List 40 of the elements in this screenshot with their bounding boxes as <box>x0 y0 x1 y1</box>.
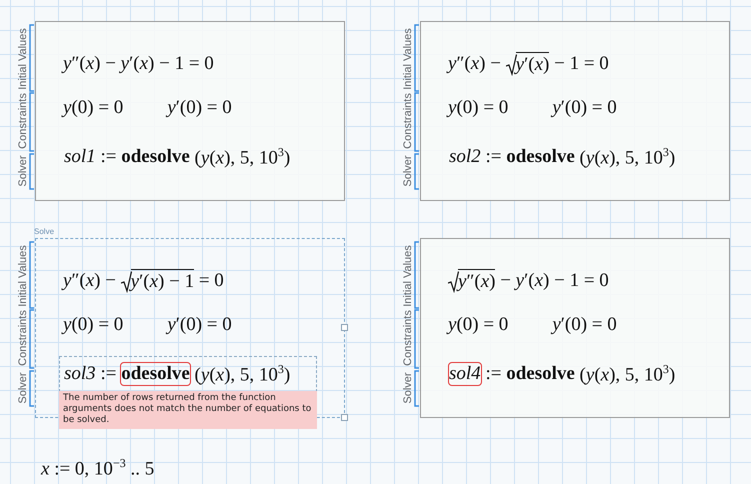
math-expression: y′(0) = 0 <box>167 314 232 336</box>
bracket-icon <box>414 241 420 407</box>
math-expression: y(0) = 0 <box>63 314 124 336</box>
math-expression: y″(x) − y′(x) − 1 = 0 <box>63 53 214 75</box>
math-expression: sol1 := odesolve (y(x), 5, 10$^{3}$) <box>64 144 290 170</box>
math-expression: y′(0) = 0 <box>552 314 617 336</box>
section-label: Constraints <box>402 310 414 366</box>
math-expression: y′(0) = 0 <box>552 97 617 119</box>
math-expression: y(0) = 0 <box>448 97 508 119</box>
math-expression: y″(x) − y′(x) − 1 = 0 <box>448 52 609 76</box>
solve-block[interactable]: y″(x) − y′(x) − 1 = 0 y(0) = 0 y′(0) = 0 sol1 := odesolve (y(x), 5, 10$^{3}$) <box>35 21 345 201</box>
resize-handle[interactable] <box>341 324 348 331</box>
math-expression: y(0) = 0 <box>63 97 124 119</box>
section-label: Constraints <box>17 93 29 149</box>
bracket-icon <box>414 24 420 190</box>
math-expression: sol2 := odesolve (y(x), 5, 10$^{3}$) <box>449 144 676 170</box>
math-expression: x := 0, 10$^{−3}$ .. 5 <box>41 456 154 480</box>
solve-block[interactable]: y″(x) − y′(x) − 1 = 0 y(0) = 0 y′(0) = 0 sol4 := odesolve (y(x), 5, 10$^{3}$) <box>420 238 730 418</box>
section-label: Constraints <box>17 310 29 366</box>
block-caption: Solve <box>34 227 54 236</box>
section-label: Constraints <box>402 93 414 149</box>
error-tooltip: The number of rows returned from the function arguments does not match the number of equations to be solved. <box>59 391 317 429</box>
math-expression: sol3 := odesolve (y(x), 5, 10$^{3}$) <box>64 362 290 386</box>
section-label: Initial Values <box>402 28 414 90</box>
solve-block[interactable]: y″(x) − y′(x) − 1 = 0 y(0) = 0 y′(0) = 0 sol2 := odesolve (y(x), 5, 10$^{3}$) <box>420 21 730 201</box>
bracket-icon <box>29 24 35 190</box>
section-label: Solver <box>402 155 414 187</box>
section-label: Solver <box>17 372 29 404</box>
math-expression: y(0) = 0 <box>448 314 508 336</box>
resize-handle[interactable] <box>341 414 348 421</box>
math-expression: y″(x) − y′(x) − 1 = 0 <box>63 269 224 293</box>
section-label: Initial Values <box>402 245 414 307</box>
section-label: Initial Values <box>17 245 29 307</box>
bracket-icon <box>29 241 35 407</box>
section-label: Solver <box>402 372 414 404</box>
math-expression: y′(0) = 0 <box>167 97 232 119</box>
section-label: Solver <box>17 155 29 187</box>
math-expression: sol4 := odesolve (y(x), 5, 10$^{3}$) <box>449 362 676 386</box>
math-expression: y″(x) − y′(x) − 1 = 0 <box>448 269 609 293</box>
section-label: Initial Values <box>17 28 29 90</box>
